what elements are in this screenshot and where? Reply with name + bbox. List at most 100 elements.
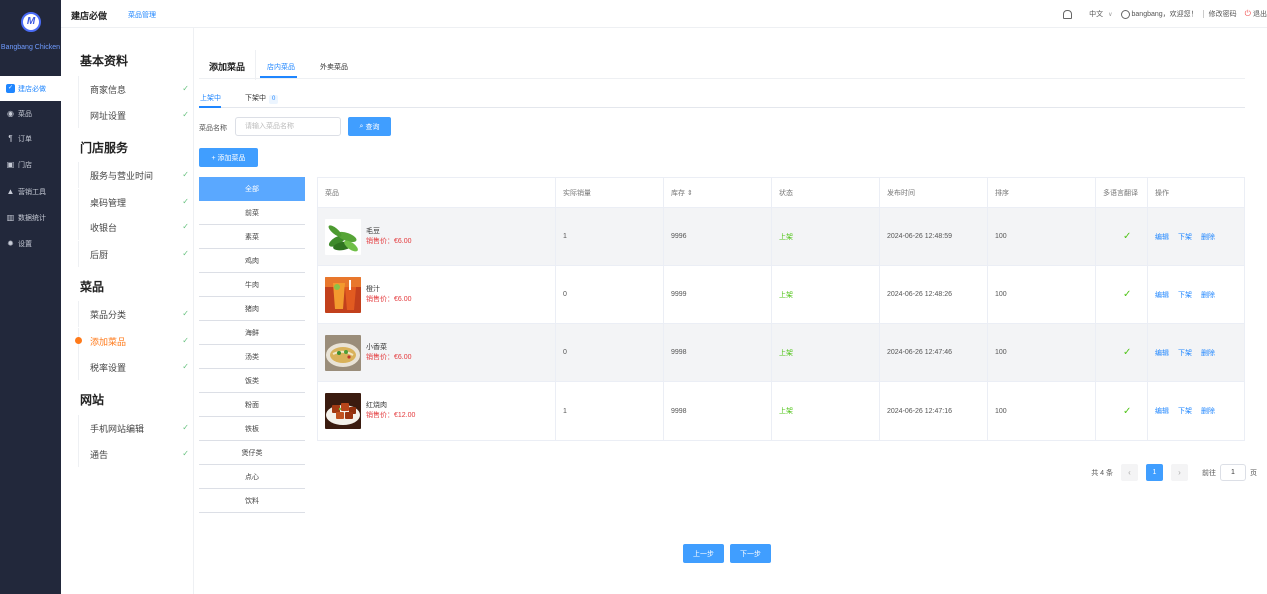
utensils-icon: ¶ [8, 134, 13, 143]
dish-thumbnail [325, 334, 361, 371]
category-item[interactable]: 前菜 [199, 201, 305, 225]
nav-item-orders[interactable]: ¶ 订单 [0, 126, 61, 151]
column-header: 发布时间 [880, 178, 988, 207]
edit-link[interactable]: 编辑 [1155, 406, 1169, 416]
nav-item-settings[interactable]: ✹ 设置 [0, 231, 61, 256]
menu-item-kitchen[interactable]: 后厨 ✓ [78, 241, 191, 267]
divider [199, 78, 1245, 79]
prev-step-button[interactable]: 上一步 [683, 544, 724, 563]
actions-cell: 编辑 下架 删除 [1148, 266, 1244, 323]
take-off-link[interactable]: 下架 [1178, 406, 1192, 416]
category-item[interactable]: 饭类 [199, 369, 305, 393]
nav-item-statistics[interactable]: ▥ 数据统计 [0, 205, 61, 230]
nav-item-dishes[interactable]: ◉ 菜品 [0, 101, 61, 126]
logo-icon: M [21, 12, 41, 32]
search-input[interactable] [235, 117, 341, 136]
delete-link[interactable]: 删除 [1201, 290, 1215, 300]
column-header-stock[interactable]: 库存 ⇕ [664, 178, 772, 207]
edit-link[interactable]: 编辑 [1155, 290, 1169, 300]
column-header: 状态 [772, 178, 880, 207]
nav-item-stores[interactable]: ▣ 门店 [0, 152, 61, 177]
menu-item-table-codes[interactable]: 桌码管理 ✓ [78, 189, 191, 215]
menu-item-cashier[interactable]: 收银台 ✓ [78, 214, 191, 240]
brand-name: Bangbang Chicken [0, 44, 61, 51]
category-item[interactable]: 饮料 [199, 489, 305, 513]
category-item[interactable]: 鸡肉 [199, 249, 305, 273]
actions-cell: 编辑 下架 删除 [1148, 208, 1244, 265]
take-off-link[interactable]: 下架 [1178, 348, 1192, 358]
edit-link[interactable]: 编辑 [1155, 232, 1169, 242]
translation-cell: ✓ [1096, 324, 1148, 381]
top-bar: 建店必做 菜品管理 中文 ∨ bangbang，欢迎您！ 修改密码 ⏻ 退出 [61, 0, 1267, 28]
add-dish-button[interactable]: + 添加菜品 [199, 148, 258, 167]
goto-label: 前往 [1202, 469, 1216, 477]
category-item[interactable]: 牛肉 [199, 273, 305, 297]
tab-takeaway-dishes[interactable]: 外卖菜品 [320, 62, 348, 72]
dish-price: 销售价：€6.00 [366, 295, 412, 303]
category-item[interactable]: 素菜 [199, 225, 305, 249]
menu-item-mobile-site[interactable]: 手机网站编辑 ✓ [78, 415, 191, 441]
category-item[interactable]: 猪肉 [199, 297, 305, 321]
dish-thumbnail [325, 218, 361, 255]
menu-item-merchant-info[interactable]: 商家信息 ✓ [78, 76, 191, 102]
delete-link[interactable]: 删除 [1201, 406, 1215, 416]
prev-page-button[interactable]: ‹ [1121, 464, 1138, 481]
stock-cell: 9998 [664, 382, 772, 440]
menu-item-dish-categories[interactable]: 菜品分类 ✓ [78, 301, 191, 327]
dish-price: 销售价：€6.00 [366, 353, 412, 361]
page-title: 添加菜品 [209, 62, 246, 72]
goto-page-input[interactable] [1220, 464, 1246, 481]
sales-cell: 0 [556, 266, 664, 323]
stock-cell: 9998 [664, 324, 772, 381]
table-row: 橙汁 销售价：€6.00 0 9999 上架 2024-06-26 12:48:… [318, 266, 1244, 324]
thumbs-up-icon: ▲ [6, 187, 15, 196]
next-page-button[interactable]: › [1171, 464, 1188, 481]
language-select[interactable]: 中文 [1089, 9, 1103, 19]
category-item[interactable]: 海鲜 [199, 321, 305, 345]
delete-link[interactable]: 删除 [1201, 232, 1215, 242]
take-off-link[interactable]: 下架 [1178, 232, 1192, 242]
tab-on-shelf[interactable]: 上架中 [200, 93, 221, 103]
top-link-dish-management[interactable]: 菜品管理 [128, 10, 156, 20]
menu-item-url-settings[interactable]: 网址设置 ✓ [78, 102, 191, 128]
category-item[interactable]: 煲仔类 [199, 441, 305, 465]
next-step-button[interactable]: 下一步 [730, 544, 771, 563]
page-number[interactable]: 1 [1146, 464, 1163, 481]
category-item[interactable]: 粉面 [199, 393, 305, 417]
edit-link[interactable]: 编辑 [1155, 348, 1169, 358]
nav-item-store-setup[interactable]: ✓ 建店必做 [0, 76, 61, 101]
actions-cell: 编辑 下架 删除 [1148, 324, 1244, 381]
menu-item-tax-settings[interactable]: 税率设置 ✓ [78, 354, 191, 380]
logout-link[interactable]: 退出 [1253, 9, 1267, 19]
pagination: 共 4 条 ‹ 1 › 前往 页 [1083, 464, 1257, 481]
actions-cell: 编辑 下架 删除 [1148, 382, 1244, 440]
check-icon: ✓ [1123, 289, 1132, 300]
tab-off-shelf[interactable]: 下架中 0 [245, 93, 279, 104]
dish-cell: 小香菜 销售价：€6.00 [318, 324, 556, 381]
sales-cell: 1 [556, 382, 664, 440]
translation-cell: ✓ [1096, 208, 1148, 265]
brand-logo[interactable]: M Bangbang Chicken [0, 0, 61, 72]
check-icon: ✓ [182, 197, 189, 206]
nav-item-marketing[interactable]: ▲ 营销工具 [0, 179, 61, 204]
menu-item-add-dish[interactable]: 添加菜品 ✓ [75, 328, 191, 354]
check-icon: ✓ [182, 309, 189, 318]
menu-item-service-hours[interactable]: 服务与营业时间 ✓ [78, 162, 191, 188]
change-password-link[interactable]: 修改密码 [1209, 9, 1237, 19]
category-item[interactable]: 汤类 [199, 345, 305, 369]
search-button[interactable]: ⌕ 查询 [348, 117, 391, 136]
dish-name: 小香菜 [366, 343, 387, 351]
delete-link[interactable]: 删除 [1201, 348, 1215, 358]
category-item[interactable]: 全部 [199, 177, 305, 201]
category-item[interactable]: 铁板 [199, 417, 305, 441]
status-cell: 上架 [772, 208, 880, 265]
bell-icon[interactable] [1063, 9, 1073, 19]
chevron-down-icon: ∨ [1108, 11, 1113, 18]
category-item[interactable]: 点心 [199, 465, 305, 489]
take-off-link[interactable]: 下架 [1178, 290, 1192, 300]
status-cell: 上架 [772, 382, 880, 440]
status-cell: 上架 [772, 324, 880, 381]
tab-dine-in-dishes[interactable]: 店内菜品 [267, 62, 295, 72]
menu-item-notice[interactable]: 通告 ✓ [78, 441, 191, 467]
divider [1202, 10, 1204, 18]
